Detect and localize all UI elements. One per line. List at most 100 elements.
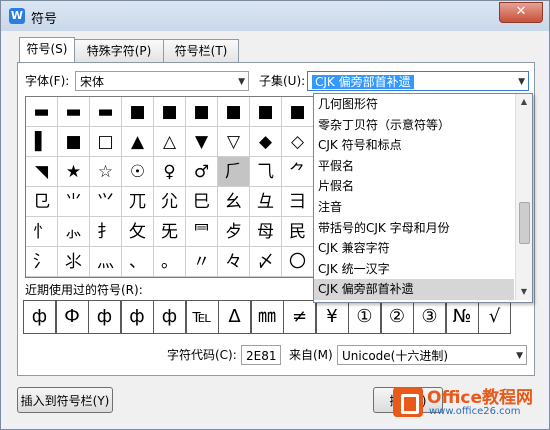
symbol-cell[interactable]: ■ [250, 97, 282, 127]
dialog-body: 符号(S) 特殊字符(P) 符号栏(T) 字体(F): 宋体 ▼ 子集(U): … [7, 31, 543, 423]
tab-special-chars[interactable]: 特殊字符(P) [74, 39, 164, 62]
symbol-cell[interactable]: ▼ [186, 127, 218, 157]
symbol-cell[interactable]: ▲ [122, 127, 154, 157]
symbol-cell[interactable]: ⺈ [282, 157, 314, 187]
symbol-cell[interactable]: ⺘ [90, 217, 122, 247]
symbol-cell[interactable]: ☉ [122, 157, 154, 187]
symbol-cell[interactable]: ♂ [186, 157, 218, 187]
subset-option[interactable]: 几何图形符 [314, 94, 514, 115]
symbol-cell[interactable]: ▬ [58, 97, 90, 127]
symbol-cell[interactable]: ■ [58, 127, 90, 157]
recent-symbol[interactable]: ф [153, 300, 186, 334]
font-label: 字体(F): [25, 74, 70, 88]
symbol-cell[interactable]: ⺋ [26, 187, 58, 217]
subset-label: 子集(U): [259, 74, 306, 88]
symbol-cell[interactable]: ◥ [26, 157, 58, 187]
symbol-cell[interactable]: ▬ [90, 97, 122, 127]
symbol-cell[interactable]: ■ [122, 97, 154, 127]
dialog-title: 符号 [31, 12, 58, 27]
symbol-cell[interactable]: ⺞ [218, 217, 250, 247]
subset-option[interactable]: 带括号的CJK 字母和月份 [314, 218, 514, 239]
recent-symbol[interactable]: ф [120, 300, 154, 334]
symbol-cell[interactable]: ▌ [26, 127, 58, 157]
subset-option[interactable]: CJK 符号和标点 [314, 135, 514, 156]
symbol-cell[interactable]: ▬ [26, 97, 58, 127]
symbol-cell[interactable]: ⺏ [154, 187, 186, 217]
symbol-cell[interactable]: ⺡ [26, 247, 58, 277]
scroll-thumb[interactable] [519, 202, 530, 244]
subset-option[interactable]: 注音 [314, 197, 514, 218]
symbol-cell[interactable]: □ [90, 127, 122, 157]
subset-option[interactable]: CJK 兼容字符 [314, 238, 514, 259]
symbol-cell[interactable]: ⺌ [58, 187, 90, 217]
tab-symbol[interactable]: 符号(S) [19, 37, 75, 62]
symbol-cell[interactable]: 々 [218, 247, 250, 277]
symbol-cell[interactable]: ♀ [154, 157, 186, 187]
symbol-cell[interactable]: ⺒ [186, 187, 218, 217]
recent-symbol[interactable]: ≠ [283, 300, 316, 334]
subset-option[interactable]: 片假名 [314, 176, 514, 197]
recent-symbol[interactable]: ㎜ [250, 300, 284, 334]
char-code-input[interactable]: 2E81 [241, 345, 281, 365]
insert-to-bar-button[interactable]: 插入到符号栏(Y) [17, 387, 113, 413]
symbol-cell[interactable]: ⺔ [250, 187, 282, 217]
symbol-cell[interactable]: 〆 [250, 247, 282, 277]
symbol-cell[interactable]: ◇ [282, 127, 314, 157]
scroll-down-icon[interactable]: ▼ [516, 284, 532, 300]
recent-symbol[interactable]: ф [23, 300, 56, 334]
symbol-cell[interactable]: ⺍ [90, 187, 122, 217]
scroll-up-icon[interactable]: ▲ [516, 94, 532, 110]
symbol-cell[interactable]: ⺕ [282, 187, 314, 217]
watermark-title: Office教程网 [427, 388, 534, 408]
subset-option[interactable]: CJK 统一汉字 [314, 259, 514, 280]
office-logo-icon [393, 387, 423, 417]
recent-symbol[interactable]: ② [380, 300, 414, 334]
chevron-down-icon: ▼ [518, 77, 525, 87]
symbol-cell[interactable]: ⺖ [26, 217, 58, 247]
recent-symbol[interactable]: ¥ [315, 300, 349, 334]
symbol-cell[interactable]: ⺁ [218, 157, 250, 187]
symbol-cell[interactable]: ■ [218, 97, 250, 127]
symbol-cell[interactable]: ■ [282, 97, 314, 127]
font-select[interactable]: 宋体 ▼ [75, 71, 249, 91]
subset-option[interactable]: 平假名 [314, 156, 514, 177]
symbol-cell[interactable]: ⺓ [218, 187, 250, 217]
subset-option[interactable]: CJK 偏旁部首补遗 [314, 279, 514, 301]
from-select[interactable]: Unicode(十六进制) ▼ [337, 345, 527, 365]
symbol-cell[interactable]: ■ [186, 97, 218, 127]
symbol-cell[interactable]: ⺛ [154, 217, 186, 247]
symbol-cell[interactable]: ★ [58, 157, 90, 187]
recent-symbol[interactable]: √ [478, 300, 511, 334]
symbol-cell[interactable]: ⺄ [250, 157, 282, 187]
symbol-cell[interactable]: ⺟ [250, 217, 282, 247]
symbol-cell[interactable]: 、 [122, 247, 154, 277]
tab-symbol-bar[interactable]: 符号栏(T) [163, 39, 239, 62]
symbol-cell[interactable]: ◆ [250, 127, 282, 157]
recent-symbol[interactable]: ③ [413, 300, 446, 334]
subset-select[interactable]: CJK 偏旁部首补遗 ▼ [307, 71, 529, 91]
dropdown-scrollbar[interactable]: ▲ ▼ [515, 94, 532, 300]
recent-symbol[interactable]: ℡ [185, 300, 219, 334]
subset-option[interactable]: 零杂丁贝符（示意符等） [314, 115, 514, 136]
symbol-cell[interactable]: 〇 [282, 247, 314, 277]
symbol-cell[interactable]: ☆ [90, 157, 122, 187]
symbol-cell[interactable]: ⺜ [186, 217, 218, 247]
symbol-cell[interactable]: ⺎ [122, 187, 154, 217]
close-button[interactable]: ✕ [499, 2, 543, 23]
symbol-cell[interactable]: ⺗ [58, 217, 90, 247]
recent-symbol[interactable]: № [445, 300, 479, 334]
recent-symbol[interactable]: Δ [218, 300, 251, 334]
symbol-cell[interactable]: ■ [154, 97, 186, 127]
symbol-cell[interactable]: △ [154, 127, 186, 157]
symbol-cell[interactable]: ⺠ [282, 217, 314, 247]
symbol-cell[interactable]: 。 [154, 247, 186, 277]
symbol-cell[interactable]: ⺢ [58, 247, 90, 277]
recent-symbol[interactable]: ① [348, 300, 381, 334]
symbol-cell[interactable]: ⺙ [122, 217, 154, 247]
watermark-url: www.office26.com [429, 406, 521, 417]
symbol-cell[interactable]: ⺣ [90, 247, 122, 277]
symbol-cell[interactable]: 〃 [186, 247, 218, 277]
recent-symbol[interactable]: ф [88, 300, 121, 334]
recent-symbol[interactable]: Ф [55, 300, 89, 334]
symbol-cell[interactable]: ▽ [218, 127, 250, 157]
